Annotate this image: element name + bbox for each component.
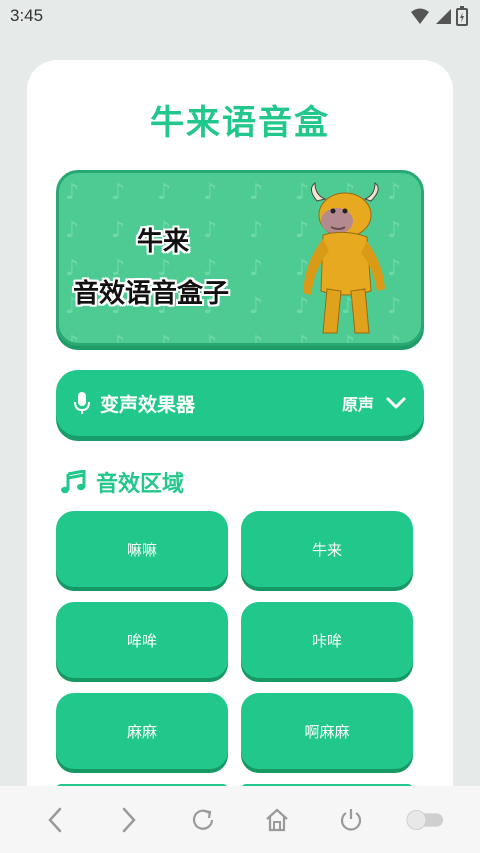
sound-button[interactable]: 麻麻 — [56, 693, 228, 769]
status-icons — [410, 6, 468, 26]
home-button[interactable] — [257, 800, 297, 840]
toggle-icon — [406, 809, 444, 830]
chevron-down-icon — [386, 397, 406, 409]
sound-button[interactable]: 哞哞 — [56, 602, 228, 678]
refresh-button[interactable] — [183, 800, 223, 840]
app-title: 牛来语音盒 — [150, 103, 330, 143]
sound-section-title: 音效区域 — [60, 466, 184, 498]
music-note-icon — [61, 470, 86, 494]
power-icon — [340, 808, 362, 831]
voice-changer-value: 原声 — [341, 395, 374, 414]
back-icon — [48, 807, 62, 832]
wifi-icon — [411, 8, 429, 24]
sound-button[interactable]: 啊麻麻 — [241, 693, 413, 769]
back-button[interactable] — [35, 800, 75, 840]
status-time: 3:45 — [10, 6, 44, 25]
status-bar: 3:45 — [0, 0, 480, 32]
sound-button[interactable]: 牛来 — [241, 511, 413, 587]
voice-changer-label: 变声效果器 — [100, 393, 196, 416]
sound-button[interactable]: 嘛嘛 — [56, 511, 228, 587]
microphone-icon — [74, 392, 90, 414]
banner-line1: 牛来 — [137, 227, 190, 257]
power-button[interactable] — [331, 800, 371, 840]
banner-line2: 音效语音盒子 — [73, 279, 230, 309]
signal-icon — [436, 9, 451, 24]
banner[interactable]: ♪ 牛来 音效语音盒子 — [56, 170, 424, 346]
toggle-switch[interactable] — [405, 800, 445, 840]
forward-button[interactable] — [109, 800, 149, 840]
voice-changer-select[interactable]: 变声效果器 原声 — [56, 370, 424, 436]
forward-icon — [122, 807, 136, 832]
sound-button[interactable]: 咔哞 — [241, 602, 413, 678]
section-title-text: 音效区域 — [96, 472, 185, 497]
refresh-icon — [192, 809, 214, 830]
bull-character-image — [303, 181, 385, 334]
home-icon — [266, 808, 288, 831]
battery-icon — [456, 6, 468, 26]
bottom-nav-bar — [0, 786, 480, 853]
